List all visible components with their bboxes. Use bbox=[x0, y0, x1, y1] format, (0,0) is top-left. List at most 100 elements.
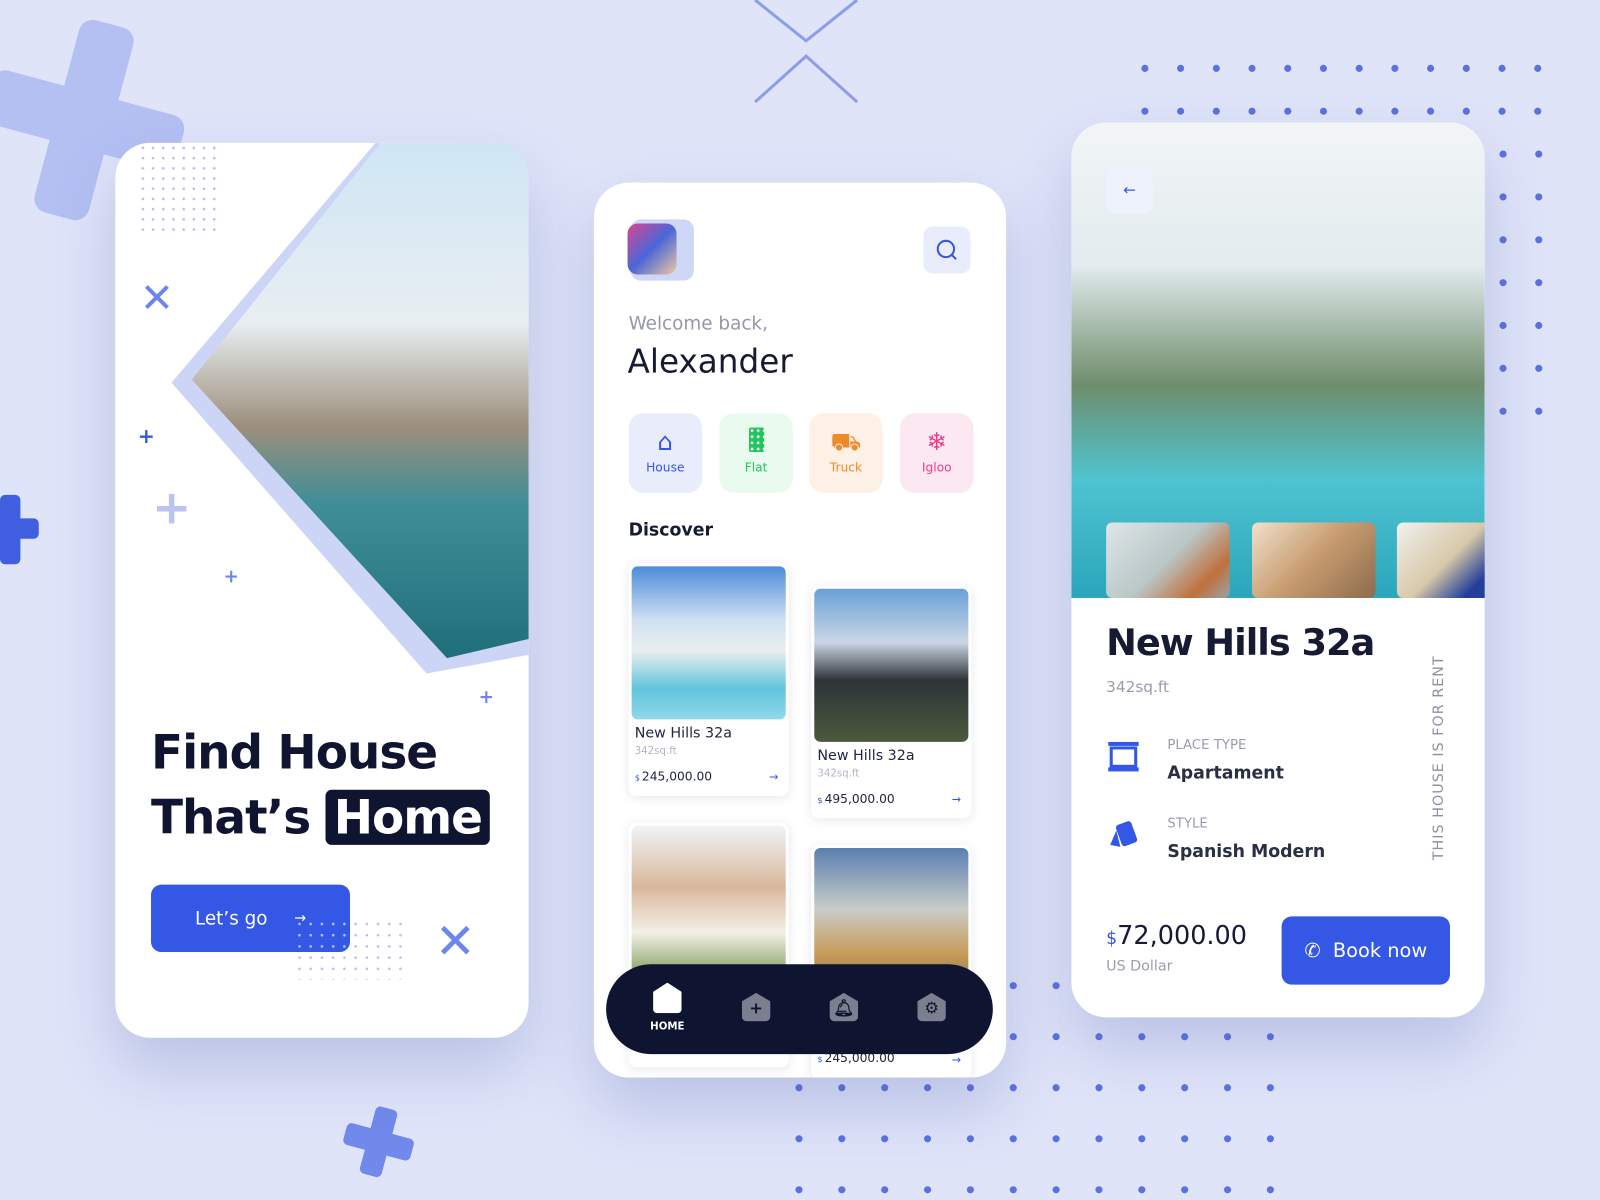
decor-dot bbox=[1499, 193, 1507, 201]
decor-dot bbox=[881, 1084, 889, 1092]
decor-dot bbox=[1223, 1186, 1232, 1194]
category-igloo[interactable]: ❄ Igloo bbox=[899, 413, 974, 493]
decor-dot bbox=[1138, 1186, 1146, 1194]
decor-dot bbox=[1535, 279, 1543, 287]
decor-dot bbox=[1212, 107, 1220, 115]
decor-dot bbox=[1248, 107, 1256, 115]
discover-heading: Discover bbox=[628, 520, 714, 541]
showcase-canvas: ✕ + + + + Find House That’s Home Let’s g… bbox=[0, 0, 1600, 1200]
decor-dot bbox=[1223, 1084, 1232, 1092]
back-button[interactable]: ← bbox=[1106, 166, 1154, 214]
decor-dot bbox=[1535, 193, 1543, 201]
decor-dot bbox=[1534, 107, 1542, 115]
category-label: Flat bbox=[744, 460, 768, 475]
avatar[interactable] bbox=[627, 223, 677, 275]
category-house[interactable]: ⌂ House bbox=[628, 413, 703, 493]
x-outline-decoration: ✕ bbox=[434, 913, 476, 971]
decor-dot bbox=[838, 1135, 846, 1143]
decor-dot bbox=[1177, 64, 1185, 72]
category-truck[interactable]: ⛟ Truck bbox=[809, 413, 883, 493]
headline: Find House That’s Home bbox=[151, 719, 491, 850]
listing-card[interactable]: New Hills 32a 342sq.ft $245,000.00 → bbox=[628, 563, 789, 796]
decor-dot bbox=[1355, 107, 1363, 115]
place-type-label: PLACE TYPE bbox=[1167, 737, 1247, 754]
decor-dot bbox=[1535, 321, 1543, 330]
nav-home-label[interactable]: HOME bbox=[643, 1021, 692, 1032]
decor-dot bbox=[1248, 64, 1256, 72]
book-now-button[interactable]: ✆ Book now bbox=[1281, 916, 1450, 985]
plus-icon: + bbox=[478, 686, 494, 709]
decor-dot bbox=[1462, 64, 1470, 72]
bell-icon[interactable]: 🔔︎ bbox=[829, 992, 859, 1022]
decor-dot bbox=[881, 1135, 889, 1143]
decor-dot bbox=[1052, 982, 1060, 990]
decor-dot bbox=[1391, 64, 1399, 72]
decor-dot bbox=[1095, 1084, 1103, 1092]
thumbnail[interactable] bbox=[1252, 522, 1376, 598]
decor-dot bbox=[1052, 1186, 1060, 1194]
thumbnail[interactable] bbox=[1106, 522, 1230, 598]
decor-dot bbox=[1138, 1084, 1146, 1092]
listing-price: $495,000.00 bbox=[817, 791, 895, 807]
decor-dot bbox=[1266, 1084, 1274, 1092]
x-decoration bbox=[754, 0, 859, 104]
building-icon bbox=[1108, 741, 1139, 772]
decor-dot bbox=[1391, 107, 1399, 115]
decor-dot bbox=[966, 1186, 974, 1194]
decor-dot bbox=[1009, 982, 1017, 990]
decor-dot bbox=[1181, 1084, 1189, 1092]
settings-icon[interactable]: ⚙ bbox=[917, 992, 946, 1022]
arrow-right-icon[interactable]: → bbox=[952, 793, 961, 806]
price: $72,000.00 bbox=[1106, 920, 1247, 950]
thumbnail[interactable] bbox=[1396, 522, 1485, 598]
decor-dot bbox=[1266, 1033, 1274, 1041]
price-unit: US Dollar bbox=[1106, 958, 1173, 975]
home-icon[interactable] bbox=[653, 982, 682, 1014]
style-value: Spanish Modern bbox=[1167, 841, 1326, 863]
decor-dot bbox=[923, 1135, 932, 1143]
listing-card[interactable]: New Hills 32a 342sq.ft $495,000.00 → bbox=[811, 585, 972, 819]
arrow-right-icon[interactable]: → bbox=[952, 1053, 961, 1066]
decor-dot bbox=[1498, 107, 1506, 115]
decor-dot bbox=[1535, 407, 1543, 415]
place-type-value: Apartament bbox=[1167, 763, 1284, 784]
decor-dot bbox=[1355, 64, 1363, 72]
plus-icon: + bbox=[152, 479, 192, 535]
listing-title: New Hills 32a bbox=[634, 725, 732, 742]
search-button[interactable] bbox=[923, 226, 971, 274]
property-title: New Hills 32a bbox=[1106, 622, 1375, 665]
decor-dot bbox=[1177, 107, 1185, 115]
decor-dot bbox=[795, 1135, 803, 1143]
decor-dot bbox=[1499, 321, 1507, 330]
category-flat[interactable]: Flat bbox=[719, 413, 793, 493]
lets-go-label: Let’s go bbox=[194, 907, 268, 930]
listing-price: $245,000.00 bbox=[634, 769, 713, 784]
decor-dot bbox=[1535, 236, 1543, 244]
decor-dot bbox=[1052, 1135, 1060, 1143]
decor-dot bbox=[1535, 364, 1543, 372]
bottom-nav: HOME + 🔔︎ ⚙ bbox=[606, 964, 993, 1055]
decor-dot bbox=[923, 1186, 932, 1194]
decor-dot bbox=[1427, 107, 1435, 115]
snowflake-icon: ❄ bbox=[926, 427, 947, 457]
decor-dot bbox=[1141, 107, 1149, 115]
user-name: Alexander bbox=[627, 341, 793, 381]
decor-dot bbox=[1212, 64, 1220, 72]
category-label: Igloo bbox=[921, 460, 952, 475]
listing-photo bbox=[631, 825, 786, 979]
decor-dot bbox=[1266, 1135, 1274, 1143]
welcome-text: Welcome back, bbox=[628, 313, 768, 335]
decor-dot bbox=[1499, 236, 1507, 244]
truck-icon: ⛟ bbox=[830, 427, 862, 457]
arrow-right-icon[interactable]: → bbox=[769, 770, 778, 783]
decor-dot bbox=[1052, 1033, 1060, 1041]
listing-photo bbox=[814, 588, 969, 742]
add-icon[interactable]: + bbox=[741, 992, 771, 1022]
decor-dot bbox=[1266, 1186, 1274, 1194]
decor-dot bbox=[966, 1084, 974, 1092]
listing-photo bbox=[631, 566, 786, 720]
decor-dot bbox=[1138, 1135, 1146, 1143]
style-label: STYLE bbox=[1167, 816, 1208, 832]
decor-dot bbox=[1052, 1084, 1060, 1092]
dot-pattern bbox=[293, 918, 407, 980]
